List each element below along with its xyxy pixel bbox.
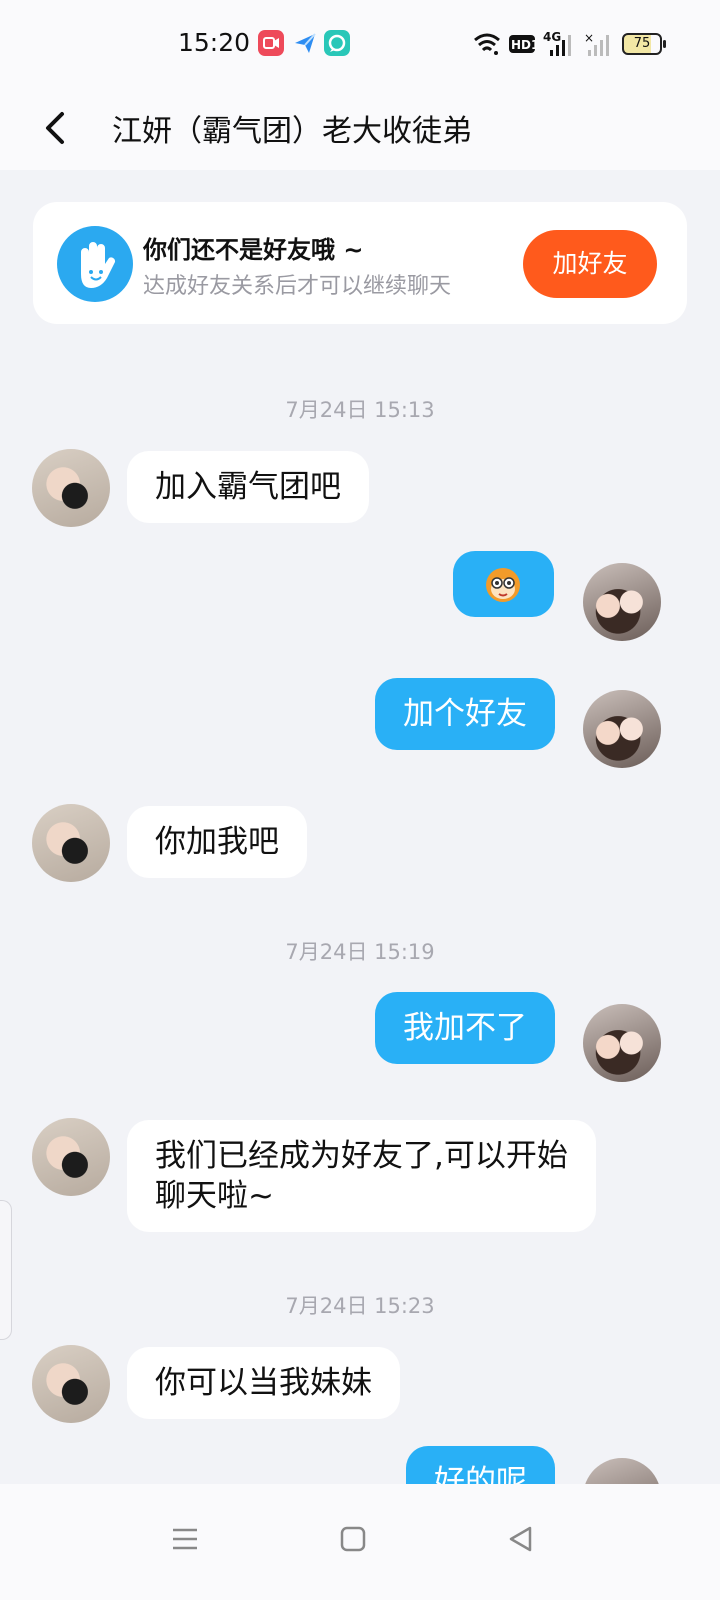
outgoing-sticker-message[interactable] — [453, 551, 554, 617]
incoming-message[interactable]: 加入霸气团吧 — [127, 451, 369, 523]
video-app-icon — [258, 30, 284, 56]
user-avatar[interactable] — [583, 1004, 661, 1082]
monkey-face-icon — [475, 564, 531, 604]
outgoing-message[interactable]: 加个好友 — [375, 678, 555, 750]
message-timestamp: 7月24日 15:19 — [285, 940, 435, 964]
svg-text:×: × — [584, 31, 594, 45]
message-timestamp: 7月24日 15:23 — [285, 1294, 435, 1318]
user-avatar[interactable] — [583, 563, 661, 641]
message-line: 聊天啦~ — [155, 1178, 274, 1214]
menu-icon[interactable] — [170, 1524, 200, 1554]
incoming-message[interactable]: 你可以当我妹妹 — [127, 1347, 400, 1419]
incoming-message[interactable]: 我们已经成为好友了,可以开始 聊天啦~ — [127, 1120, 596, 1232]
svg-text:HD1: HD1 — [511, 38, 536, 52]
incoming-message[interactable]: 你加我吧 — [127, 806, 307, 878]
wifi-icon — [474, 33, 500, 55]
home-icon[interactable] — [338, 1524, 368, 1554]
add-friend-button[interactable]: 加好友 — [523, 230, 657, 298]
friend-notice-card: 你们还不是好友哦 ~ 达成好友关系后才可以继续聊天 加好友 — [33, 202, 687, 324]
system-nav-bar — [0, 1484, 720, 1600]
no-signal-icon: × — [584, 31, 609, 56]
signal-strength-icon — [550, 35, 571, 56]
chat-header: 江妍（霸气团）老大收徒弟 — [0, 88, 720, 170]
contact-avatar[interactable] — [32, 1345, 110, 1423]
contact-avatar[interactable] — [32, 1118, 110, 1196]
send-app-icon — [292, 30, 318, 56]
notice-subtitle: 达成好友关系后才可以继续聊天 — [143, 274, 452, 299]
message-line: 我们已经成为好友了,可以开始 — [155, 1138, 568, 1174]
hand-wave-icon — [57, 226, 133, 302]
back-triangle-icon[interactable] — [506, 1524, 536, 1554]
contact-avatar[interactable] — [32, 804, 110, 882]
edge-panel-handle[interactable] — [0, 1200, 12, 1340]
notice-title: 你们还不是好友哦 ~ — [143, 236, 364, 264]
contact-avatar[interactable] — [32, 449, 110, 527]
status-bar: 15:20 HD1 4G × 75 — [0, 0, 720, 88]
outgoing-message[interactable]: 我加不了 — [375, 992, 555, 1064]
hd-icon: HD1 — [509, 35, 536, 53]
status-time: 15:20 — [178, 28, 251, 57]
chat-app-icon — [324, 30, 350, 56]
page-title: 江妍（霸气团）老大收徒弟 — [112, 114, 472, 149]
user-avatar[interactable] — [583, 690, 661, 768]
chevron-left-icon[interactable] — [38, 106, 78, 150]
message-timestamp: 7月24日 15:13 — [285, 398, 435, 422]
battery-icon: 75 — [622, 33, 666, 55]
